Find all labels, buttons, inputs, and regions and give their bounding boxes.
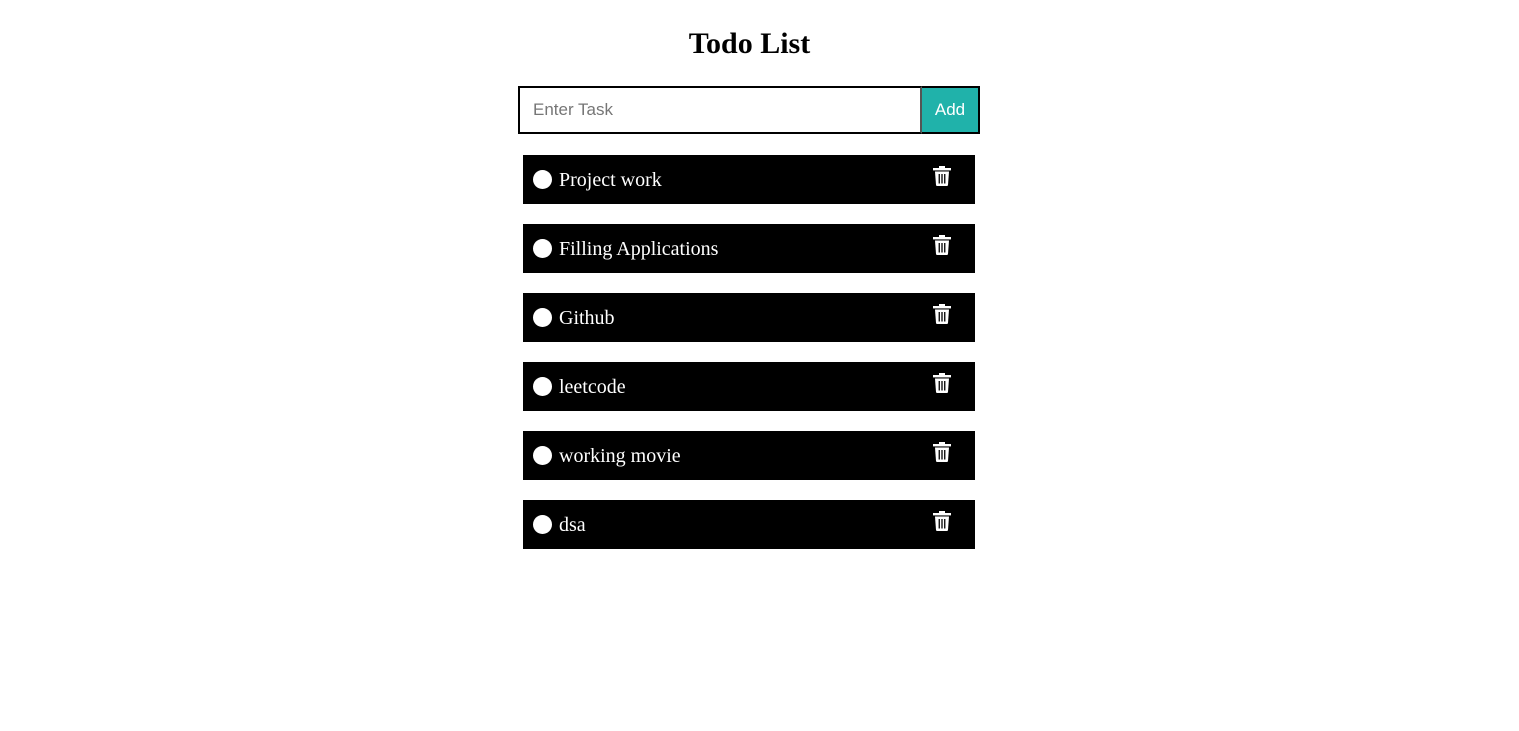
page-title: Todo List [688, 27, 811, 60]
trash-icon[interactable] [933, 442, 951, 462]
task-input[interactable] [518, 86, 922, 134]
unchecked-circle-icon[interactable] [533, 377, 552, 396]
task-item[interactable]: dsa [523, 500, 975, 549]
task-label: leetcode [559, 375, 626, 398]
task-item[interactable]: Project work [523, 155, 975, 204]
trash-icon[interactable] [933, 373, 951, 393]
task-label: dsa [559, 513, 586, 536]
add-button[interactable]: Add [922, 86, 980, 134]
unchecked-circle-icon[interactable] [533, 446, 552, 465]
unchecked-circle-icon[interactable] [533, 239, 552, 258]
task-item[interactable]: working movie [523, 431, 975, 480]
todo-app: Todo List Add Project work Filling Appli… [0, 0, 1519, 731]
unchecked-circle-icon[interactable] [533, 308, 552, 327]
task-label: working movie [559, 444, 681, 467]
task-label: Filling Applications [559, 237, 719, 260]
task-item[interactable]: Github [523, 293, 975, 342]
task-list: Project work Filling Applications Github… [523, 155, 975, 549]
trash-icon[interactable] [933, 304, 951, 324]
task-item[interactable]: leetcode [523, 362, 975, 411]
task-input-row: Add [518, 86, 980, 134]
unchecked-circle-icon[interactable] [533, 515, 552, 534]
trash-icon[interactable] [933, 166, 951, 186]
unchecked-circle-icon[interactable] [533, 170, 552, 189]
trash-icon[interactable] [933, 511, 951, 531]
task-label: Project work [559, 168, 662, 191]
task-item[interactable]: Filling Applications [523, 224, 975, 273]
task-label: Github [559, 306, 615, 329]
trash-icon[interactable] [933, 235, 951, 255]
